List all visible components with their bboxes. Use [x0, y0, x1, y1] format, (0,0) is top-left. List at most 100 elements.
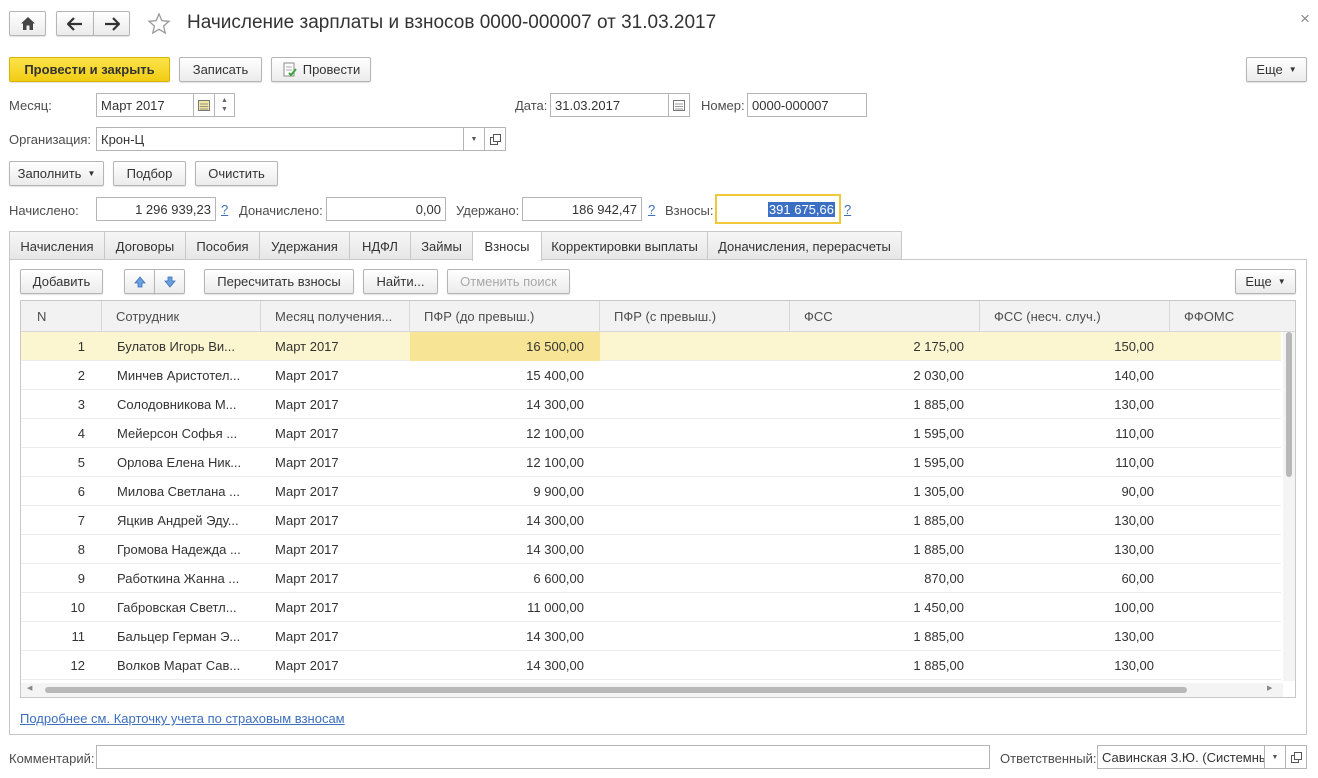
move-up-button[interactable]: [124, 269, 155, 294]
horizontal-scrollbar[interactable]: ◀ ▶: [21, 683, 1283, 697]
cell-ffoms[interactable]: [1170, 448, 1281, 477]
table-row[interactable]: 5 Орлова Елена Ник... Март 2017 12 100,00 1 …: [21, 448, 1281, 477]
cell-month[interactable]: Март 2017: [275, 361, 405, 390]
month-field[interactable]: Март 2017: [96, 93, 194, 117]
clear-button[interactable]: Очистить: [195, 161, 278, 186]
cell-ffoms[interactable]: [1170, 419, 1281, 448]
cell-pfr-above[interactable]: [600, 622, 790, 651]
table-row[interactable]: 11 Бальцер Герман Э... Март 2017 14 300,00 1…: [21, 622, 1281, 651]
cell-n[interactable]: 9: [21, 564, 85, 593]
cell-month[interactable]: Март 2017: [275, 651, 405, 680]
cell-month[interactable]: Март 2017: [275, 390, 405, 419]
organization-field[interactable]: Крон-Ц: [96, 127, 464, 151]
horizontal-scrollbar-thumb[interactable]: [45, 687, 1187, 693]
cell-fss[interactable]: 1 595,00: [790, 419, 980, 448]
cell-pfr-above[interactable]: [600, 564, 790, 593]
number-field[interactable]: 0000-000007: [747, 93, 867, 117]
fill-button[interactable]: Заполнить ▼: [9, 161, 104, 186]
add-row-button[interactable]: Добавить: [20, 269, 103, 294]
cell-pfr-below[interactable]: 14 300,00: [410, 506, 600, 535]
tab-contracts[interactable]: Договоры: [104, 231, 186, 260]
cell-ffoms[interactable]: [1170, 535, 1281, 564]
cell-month[interactable]: Март 2017: [275, 535, 405, 564]
tab-contributions[interactable]: Взносы: [472, 231, 542, 261]
tab-recalculations[interactable]: Доначисления, перерасчеты: [707, 231, 902, 260]
accrued-help-link[interactable]: ?: [221, 202, 228, 217]
cell-pfr-below[interactable]: 14 300,00: [410, 535, 600, 564]
cell-n[interactable]: 12: [21, 651, 85, 680]
stepper-up-icon[interactable]: ▲: [221, 96, 228, 105]
cell-pfr-below[interactable]: 12 100,00: [410, 448, 600, 477]
cell-month[interactable]: Март 2017: [275, 564, 405, 593]
cell-fss[interactable]: 1 885,00: [790, 622, 980, 651]
table-row[interactable]: 12 Волков Марат Сав... Март 2017 14 300,00 1…: [21, 651, 1281, 680]
tab-benefits[interactable]: Пособия: [185, 231, 260, 260]
cell-employee[interactable]: Булатов Игорь Ви...: [117, 332, 247, 361]
column-header-fss-accident[interactable]: ФСС (несч. случ.): [980, 301, 1170, 332]
cell-fss[interactable]: 1 885,00: [790, 506, 980, 535]
cell-ffoms[interactable]: [1170, 506, 1281, 535]
cell-employee[interactable]: Орлова Елена Ник...: [117, 448, 247, 477]
organization-dropdown-button[interactable]: ▼: [463, 127, 485, 151]
cell-fss-accident[interactable]: 130,00: [980, 651, 1170, 680]
column-header-pfr-below[interactable]: ПФР (до превыш.): [410, 301, 600, 332]
back-button[interactable]: [56, 11, 93, 36]
cell-ffoms[interactable]: [1170, 651, 1281, 680]
cell-n[interactable]: 4: [21, 419, 85, 448]
contributions-help-link[interactable]: ?: [844, 202, 851, 217]
column-header-fss[interactable]: ФСС: [790, 301, 980, 332]
cell-n[interactable]: 11: [21, 622, 86, 651]
cell-fss-accident[interactable]: 130,00: [980, 622, 1170, 651]
tab-payment-adjustments[interactable]: Корректировки выплаты: [541, 231, 708, 260]
cell-pfr-below[interactable]: 9 900,00: [410, 477, 600, 506]
cell-pfr-above[interactable]: [600, 361, 790, 390]
more-button[interactable]: Еще ▼: [1246, 57, 1307, 82]
month-calendar-button[interactable]: [193, 93, 215, 117]
cell-fss[interactable]: 2 030,00: [790, 361, 980, 390]
cell-employee[interactable]: Яцкив Андрей Эду...: [117, 506, 247, 535]
cell-fss-accident[interactable]: 130,00: [980, 506, 1170, 535]
move-down-button[interactable]: [154, 269, 185, 294]
cell-pfr-below[interactable]: 11 000,00: [410, 593, 600, 622]
scroll-right-icon[interactable]: ▶: [1267, 684, 1272, 692]
cell-employee[interactable]: Громова Надежда ...: [117, 535, 247, 564]
withheld-help-link[interactable]: ?: [648, 202, 655, 217]
cell-pfr-below[interactable]: 16 500,00: [410, 332, 600, 361]
column-header-employee[interactable]: Сотрудник: [102, 301, 261, 332]
tab-ndfl[interactable]: НДФЛ: [349, 231, 411, 260]
cell-pfr-above[interactable]: [600, 651, 790, 680]
cell-employee[interactable]: Солодовникова М...: [117, 390, 247, 419]
recalculate-contributions-button[interactable]: Пересчитать взносы: [204, 269, 354, 294]
column-header-month[interactable]: Месяц получения...: [261, 301, 410, 332]
table-more-button[interactable]: Еще ▼: [1235, 269, 1296, 294]
cell-fss[interactable]: 1 595,00: [790, 448, 980, 477]
tab-loans[interactable]: Займы: [410, 231, 473, 260]
cell-employee[interactable]: Волков Марат Сав...: [117, 651, 247, 680]
cell-pfr-above[interactable]: [600, 419, 790, 448]
cell-employee[interactable]: Мейерсон Софья ...: [117, 419, 247, 448]
cell-month[interactable]: Март 2017: [275, 419, 405, 448]
cell-fss-accident[interactable]: 130,00: [980, 390, 1170, 419]
cell-employee[interactable]: Минчев Аристотел...: [117, 361, 247, 390]
cell-n[interactable]: 8: [21, 535, 85, 564]
cell-pfr-above[interactable]: [600, 506, 790, 535]
cell-pfr-above[interactable]: [600, 332, 790, 361]
cell-fss-accident[interactable]: 130,00: [980, 535, 1170, 564]
cell-pfr-below[interactable]: 14 300,00: [410, 651, 600, 680]
cell-n[interactable]: 1: [21, 332, 85, 361]
cell-pfr-below[interactable]: 12 100,00: [410, 419, 600, 448]
cell-month[interactable]: Март 2017: [275, 477, 405, 506]
table-row[interactable]: 10 Габровская Светл... Март 2017 11 000,00 1…: [21, 593, 1281, 622]
cell-fss[interactable]: 2 175,00: [790, 332, 980, 361]
post-button[interactable]: Провести: [271, 57, 371, 82]
table-row[interactable]: 8 Громова Надежда ... Март 2017 14 300,00 1 …: [21, 535, 1281, 564]
comment-field[interactable]: [96, 745, 990, 769]
responsible-field[interactable]: Савинская З.Ю. (Системный: [1097, 745, 1265, 769]
vertical-scrollbar[interactable]: [1283, 332, 1295, 681]
cell-pfr-above[interactable]: [600, 535, 790, 564]
responsible-open-button[interactable]: [1285, 745, 1307, 769]
find-button[interactable]: Найти...: [363, 269, 438, 294]
cell-employee[interactable]: Работкина Жанна ...: [117, 564, 247, 593]
cell-month[interactable]: Март 2017: [275, 506, 405, 535]
cell-month[interactable]: Март 2017: [275, 448, 405, 477]
